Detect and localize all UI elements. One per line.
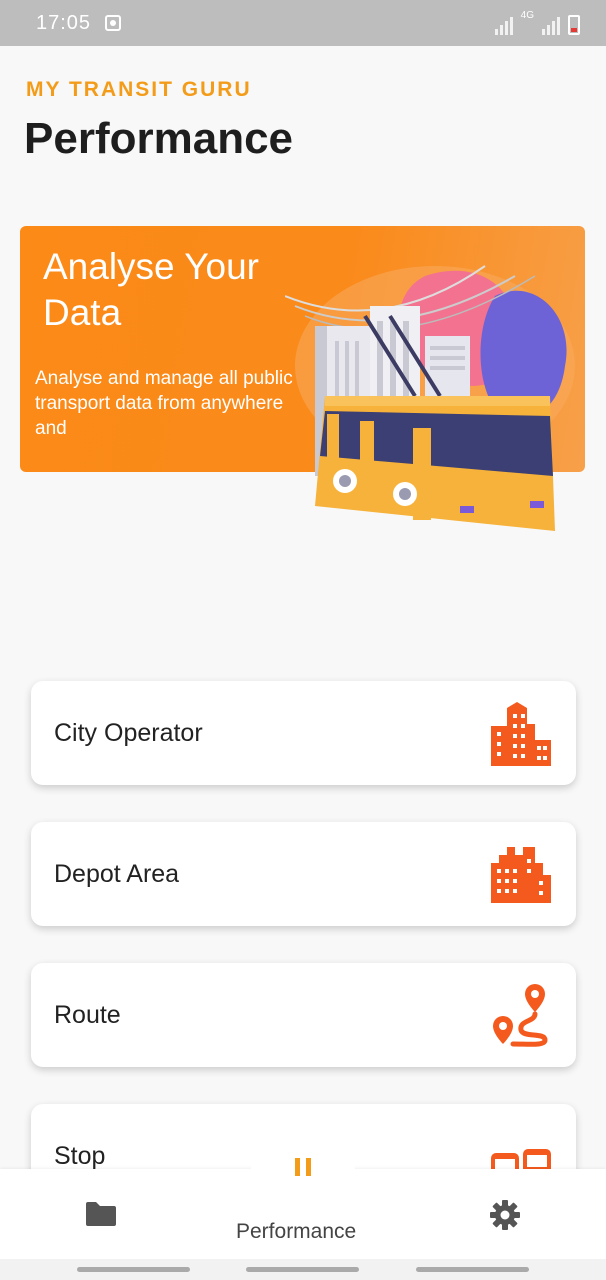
folder-icon[interactable] [84, 1200, 118, 1228]
banner-text: Analyse and manage all public transport … [35, 368, 293, 439]
performance-fab-button[interactable] [251, 1118, 355, 1222]
bus-city-illustration [285, 265, 575, 531]
city-buildings-icon [491, 702, 551, 766]
status-bar: 17:05 4G [0, 0, 606, 46]
bottom-nav-active-label[interactable]: Performance [236, 1220, 356, 1244]
app-brand: MY TRANSIT GURU [26, 78, 252, 101]
signal-strength-icon-2 [542, 17, 560, 35]
status-time: 17:05 [36, 11, 92, 34]
route-map-icon [493, 984, 548, 1047]
menu-card-city-operator[interactable]: City Operator [31, 681, 576, 785]
system-gesture-bar [0, 1259, 606, 1280]
settings-gear-icon[interactable] [489, 1199, 521, 1231]
page-title: Performance [24, 114, 294, 163]
menu-card-label: City Operator [54, 718, 203, 747]
menu-card-label: Route [54, 1000, 121, 1029]
signal-strength-icon [494, 17, 513, 35]
battery-icon [568, 15, 580, 35]
menu-card-label: Depot Area [54, 859, 180, 888]
menu-card-route[interactable]: Route [31, 963, 576, 1067]
status-indicators: 4G [494, 10, 580, 35]
menu-card-depot-area[interactable]: Depot Area [31, 822, 576, 926]
promo-banner: Analyse Your Data Analyse and manage all… [20, 226, 585, 531]
network-type-label: 4G [520, 10, 534, 21]
menu-card-label: Stop [54, 1141, 106, 1170]
banner-heading: Analyse Your Data [43, 246, 260, 333]
notification-icon [105, 15, 122, 31]
pause-icon [295, 1158, 311, 1176]
depot-buildings-icon [491, 847, 551, 903]
